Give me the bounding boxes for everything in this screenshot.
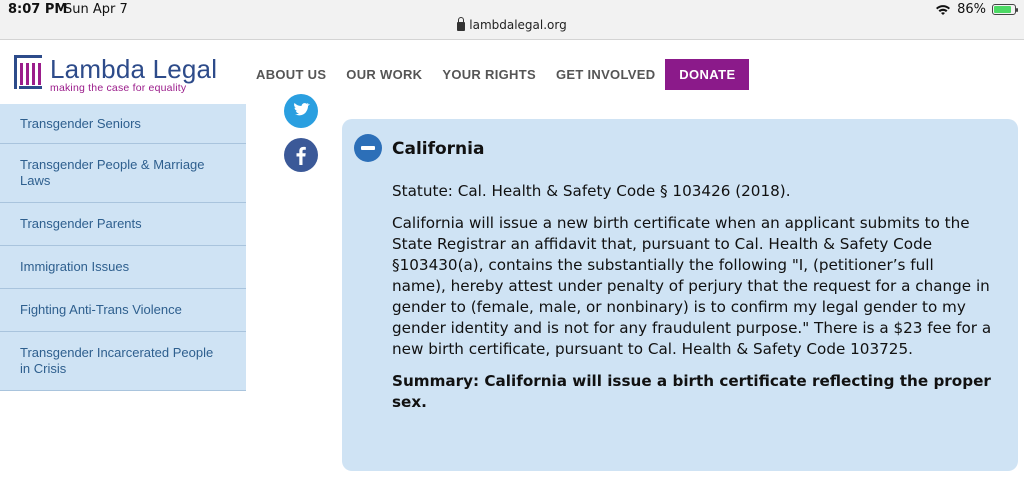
sidebar-item-label: Transgender Incarcerated People in Crisi… [20, 345, 214, 376]
logo-name: Lambda Legal [50, 54, 218, 84]
sidebar-menu: Transgender Seniors Transgender People &… [0, 104, 246, 391]
facebook-f-icon [296, 146, 306, 165]
sidebar-item-marriage-laws[interactable]: Transgender People & Marriage Laws [0, 144, 246, 203]
status-bar: 8:07 PM Sun Apr 7 86% lambdalegal.org [0, 0, 1024, 40]
nav-get-involved[interactable]: GET INVOLVED [556, 60, 655, 90]
status-date: Sun Apr 7 [64, 2, 128, 17]
body-text: California will issue a new birth certif… [392, 214, 992, 358]
address-bar[interactable]: lambdalegal.org [0, 17, 1024, 32]
sidebar-item-incarcerated-people[interactable]: Transgender Incarcerated People in Crisi… [0, 332, 246, 391]
lambda-logo-icon [14, 55, 42, 89]
nav-your-rights[interactable]: YOUR RIGHTS [442, 60, 536, 90]
sidebar-item-transgender-seniors[interactable]: Transgender Seniors [0, 104, 246, 144]
status-time: 8:07 PM [8, 2, 68, 17]
collapse-minus-icon[interactable] [354, 134, 382, 162]
nav-our-work[interactable]: OUR WORK [346, 60, 422, 90]
logo[interactable]: Lambda Legal making the case for equalit… [14, 55, 217, 94]
battery-percent: 86% [957, 2, 986, 17]
sidebar-item-label: Transgender Seniors [20, 115, 141, 131]
summary-text: Summary: California will issue a birth c… [392, 372, 991, 411]
logo-tagline: making the case for equality [50, 82, 187, 94]
accordion-body: Statute: Cal. Health & Safety Code § 103… [392, 181, 992, 424]
facebook-icon[interactable] [284, 138, 318, 172]
sidebar-item-transgender-parents[interactable]: Transgender Parents [0, 203, 246, 246]
sidebar-item-label: Immigration Issues [20, 259, 130, 274]
california-accordion-panel: California Statute: Cal. Health & Safety… [342, 119, 1018, 471]
statute-text: Statute: Cal. Health & Safety Code § 103… [392, 182, 791, 200]
main-nav: ABOUT US OUR WORK YOUR RIGHTS GET INVOLV… [256, 59, 750, 90]
twitter-bird-icon [294, 103, 310, 116]
sidebar-item-immigration-issues[interactable]: Immigration Issues [0, 246, 246, 289]
donate-button[interactable]: DONATE [665, 59, 750, 90]
wifi-icon [936, 4, 951, 15]
sidebar-item-label: Transgender Parents [20, 216, 142, 231]
lock-icon [457, 17, 466, 31]
site-header: Lambda Legal making the case for equalit… [0, 40, 1024, 104]
sidebar-item-anti-trans-violence[interactable]: Fighting Anti-Trans Violence [0, 289, 246, 332]
logo-text: Lambda Legal making the case for equalit… [50, 55, 217, 94]
status-right: 86% [935, 2, 1018, 17]
url-text[interactable]: lambdalegal.org [469, 18, 566, 32]
sidebar-item-label: Transgender People & Marriage Laws [20, 157, 205, 188]
accordion-title[interactable]: California [392, 139, 484, 159]
nav-about-us[interactable]: ABOUT US [256, 60, 326, 90]
battery-icon [992, 4, 1018, 15]
sidebar-item-label: Fighting Anti-Trans Violence [20, 302, 182, 317]
twitter-icon[interactable] [284, 94, 318, 128]
